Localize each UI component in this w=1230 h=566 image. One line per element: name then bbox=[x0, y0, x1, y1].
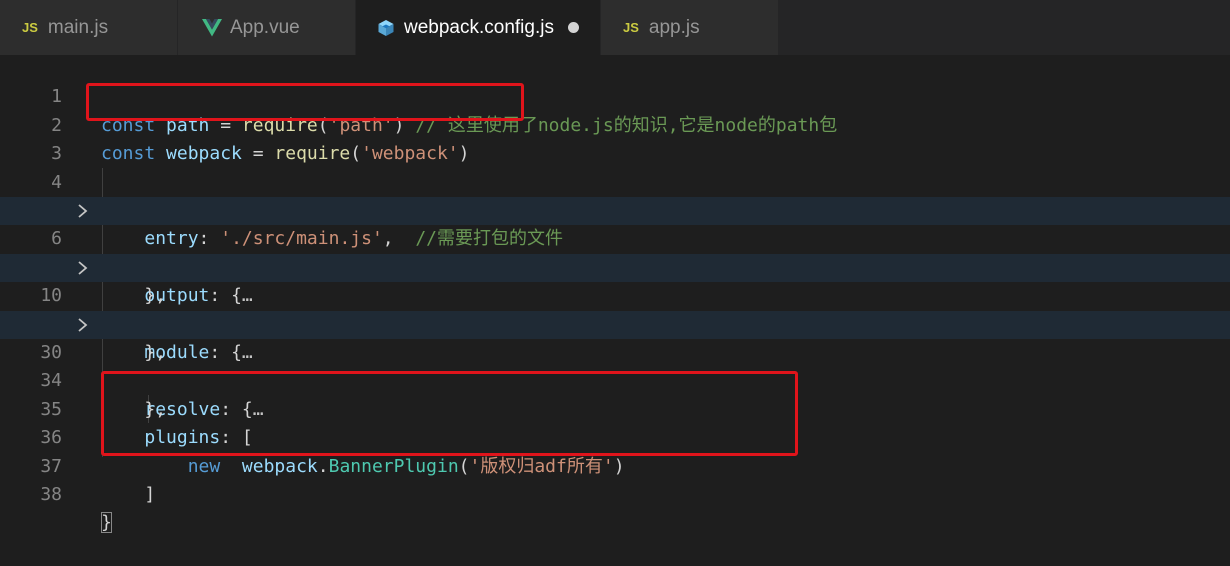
code-line-folded[interactable]: 6 output: {… bbox=[0, 197, 1230, 306]
tab-label: webpack.config.js bbox=[404, 16, 554, 38]
tab-app-vue[interactable]: App.vue bbox=[178, 0, 356, 55]
js-file-icon: JS bbox=[22, 20, 38, 35]
code-text: ] bbox=[144, 484, 156, 505]
tab-label: app.js bbox=[648, 16, 700, 38]
tab-label: main.js bbox=[47, 16, 109, 38]
code-line[interactable]: 29 }, bbox=[0, 282, 1230, 363]
code-line[interactable]: 4 module.exports = { bbox=[0, 140, 1230, 221]
chevron-right-icon[interactable] bbox=[76, 317, 90, 332]
tab-webpack-config-js[interactable]: webpack.config.js bbox=[356, 0, 601, 55]
code-line[interactable]: 9 }, bbox=[0, 225, 1230, 306]
code-editor[interactable]: 1 const path = require('path') // 这里使用了n… bbox=[0, 55, 1230, 534]
code-line[interactable]: 1 const path = require('path') // 这里使用了n… bbox=[0, 55, 1230, 135]
chevron-right-icon[interactable] bbox=[76, 204, 90, 218]
editor-tab-bar: JS main.js App.vue webpack.config.js JS … bbox=[0, 0, 1230, 55]
line-number: 38 bbox=[40, 484, 62, 505]
tab-label: App.vue bbox=[230, 16, 300, 38]
webpack-cube-icon bbox=[377, 19, 395, 37]
annotation-box-require-webpack bbox=[86, 83, 524, 121]
code-line[interactable]: 34 }, bbox=[0, 339, 1230, 419]
chevron-right-icon[interactable] bbox=[76, 261, 90, 275]
code-text: } bbox=[101, 509, 112, 537]
tab-main-js[interactable]: JS main.js bbox=[0, 0, 178, 55]
code-line[interactable]: 38 } bbox=[0, 453, 1230, 534]
code-line[interactable]: 5 entry: './src/main.js', //需要打包的文件 bbox=[0, 169, 1230, 249]
code-line-folded[interactable]: 30 resolve: {… bbox=[0, 310, 1230, 420]
matching-brace: } bbox=[101, 512, 112, 534]
code-line-folded[interactable]: 10 module: {… bbox=[0, 253, 1230, 363]
js-file-icon: JS bbox=[623, 20, 639, 35]
tab-app-js[interactable]: JS app.js bbox=[601, 0, 779, 55]
vue-file-icon bbox=[202, 18, 222, 37]
unsaved-dot-icon[interactable] bbox=[567, 22, 579, 33]
annotation-box-plugins bbox=[101, 371, 798, 456]
